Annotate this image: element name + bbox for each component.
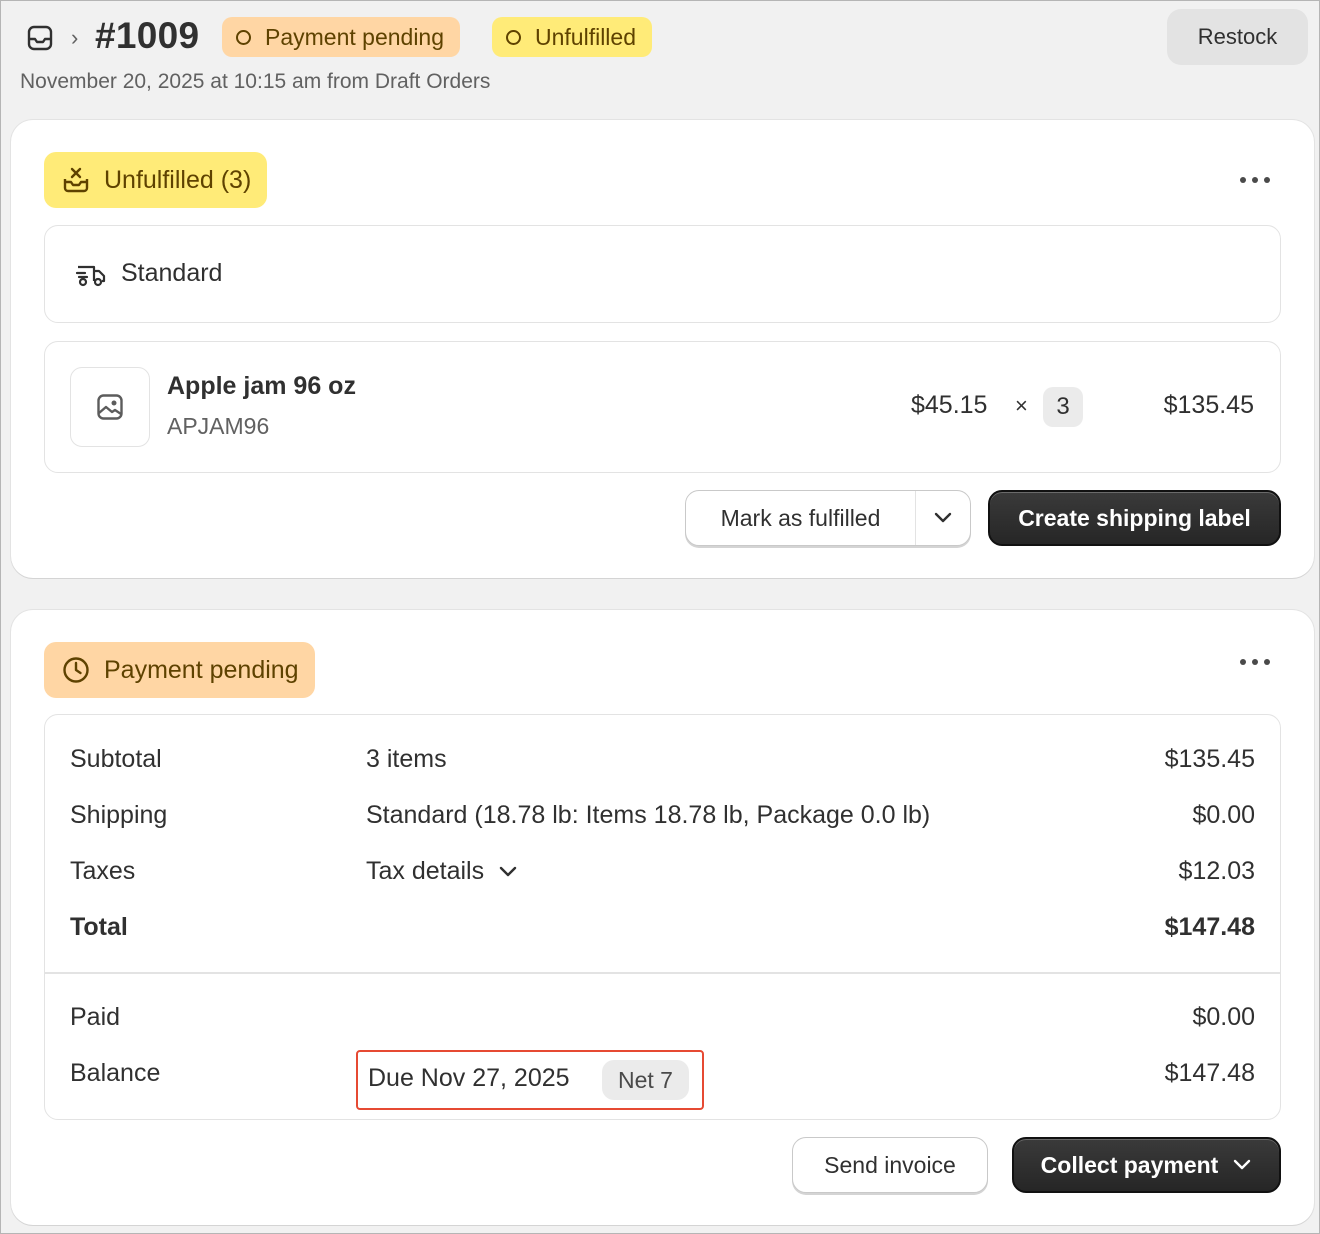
subtotal-row: Subtotal 3 items $135.45	[70, 739, 1255, 779]
subtotal-label: Subtotal	[70, 745, 162, 773]
balance-amount: $147.48	[1164, 1059, 1255, 1087]
fulfillment-more-actions-icon[interactable]	[1240, 175, 1270, 185]
unfulfilled-pill: Unfulfilled (3)	[44, 152, 268, 208]
chevron-down-icon	[934, 512, 952, 523]
product-sku: APJAM96	[167, 413, 270, 439]
total-amount: $147.48	[1164, 913, 1255, 941]
paid-amount: $0.00	[1192, 1003, 1255, 1031]
status-ring-icon	[236, 29, 251, 45]
balance-label: Balance	[70, 1059, 161, 1087]
payment-pill-text: Payment pending	[104, 655, 299, 684]
shipping-desc: Standard (18.78 lb: Items 18.78 lb, Pack…	[366, 801, 931, 829]
payment-status-badge: Payment pending	[222, 17, 461, 57]
payment-status-text: Payment pending	[265, 23, 445, 50]
mark-fulfilled-dropdown[interactable]	[916, 491, 970, 545]
shipping-label: Shipping	[70, 801, 168, 829]
send-invoice-button[interactable]: Send invoice	[792, 1137, 988, 1193]
tax-details-text: Tax details	[366, 857, 485, 885]
mark-fulfilled-button[interactable]: Mark as fulfilled	[686, 491, 916, 545]
subtotal-amount: $135.45	[1164, 745, 1255, 773]
shipping-amount: $0.00	[1192, 801, 1255, 829]
collect-payment-button[interactable]: Collect payment	[1012, 1137, 1281, 1193]
product-thumbnail[interactable]	[70, 367, 150, 447]
unit-price: $45.15	[911, 391, 988, 419]
line-item: Apple jam 96 oz APJAM96 $45.15 × 3 $135.…	[44, 341, 1281, 473]
breadcrumb-chevron-icon: ›	[71, 25, 79, 50]
truck-icon	[75, 265, 106, 287]
paid-label: Paid	[70, 1003, 121, 1031]
taxes-amount: $12.03	[1178, 857, 1255, 885]
shipping-row: Shipping Standard (18.78 lb: Items 18.78…	[70, 795, 1255, 835]
balance-row: Balance Due Nov 27, 2025 Net 7 $147.48	[70, 1050, 1255, 1110]
line-total: $135.45	[1163, 391, 1254, 419]
unfulfilled-pill-text: Unfulfilled (3)	[104, 165, 252, 194]
paid-row: Paid $0.00	[70, 997, 1255, 1037]
summary-divider	[45, 972, 1280, 974]
mark-fulfilled-split-button: Mark as fulfilled	[685, 490, 971, 546]
payment-pending-pill: Payment pending	[44, 642, 315, 698]
create-shipping-label-button[interactable]: Create shipping label	[988, 490, 1281, 546]
due-date-highlight: Due Nov 27, 2025 Net 7	[356, 1050, 704, 1110]
chevron-down-icon	[499, 866, 517, 876]
payment-terms-badge: Net 7	[602, 1060, 689, 1100]
order-header: › #1009 Payment pending Unfulfilled Rest…	[1, 1, 1320, 111]
order-inbox-icon[interactable]	[27, 25, 53, 51]
fulfillment-status-text: Unfulfilled	[535, 23, 636, 50]
payment-more-actions-icon[interactable]	[1240, 657, 1270, 667]
clock-icon	[63, 657, 89, 683]
quantity-badge: 3	[1043, 387, 1083, 427]
shipping-method-text: Standard	[121, 259, 223, 287]
subtotal-desc: 3 items	[366, 745, 447, 773]
shipping-method-box: Standard	[44, 225, 1281, 323]
times-sign: ×	[1015, 393, 1028, 418]
chevron-down-icon	[1234, 1159, 1251, 1170]
due-date-text: Due Nov 27, 2025	[368, 1064, 570, 1092]
fulfillment-card: Unfulfilled (3) Standard Apple jam 96 oz…	[11, 120, 1314, 578]
product-name-link[interactable]: Apple jam 96 oz	[167, 372, 356, 401]
payment-card: Payment pending Subtotal 3 items $135.45…	[11, 610, 1314, 1225]
fulfillment-status-badge: Unfulfilled	[492, 17, 652, 57]
unfulfilled-box-icon	[63, 167, 89, 193]
image-placeholder-icon	[97, 394, 123, 420]
tax-details-toggle[interactable]: Tax details	[366, 857, 518, 886]
order-number: #1009	[95, 15, 200, 56]
total-label: Total	[70, 913, 128, 941]
order-subline: November 20, 2025 at 10:15 am from Draft…	[20, 70, 491, 93]
total-row: Total $147.48	[70, 907, 1255, 947]
taxes-label: Taxes	[70, 857, 136, 885]
payment-summary-box: Subtotal 3 items $135.45 Shipping Standa…	[44, 714, 1281, 1120]
taxes-row: Taxes Tax details $12.03	[70, 851, 1255, 891]
collect-payment-text: Collect payment	[1040, 1151, 1219, 1178]
status-ring-icon	[506, 29, 521, 45]
restock-button[interactable]: Restock	[1167, 9, 1308, 65]
